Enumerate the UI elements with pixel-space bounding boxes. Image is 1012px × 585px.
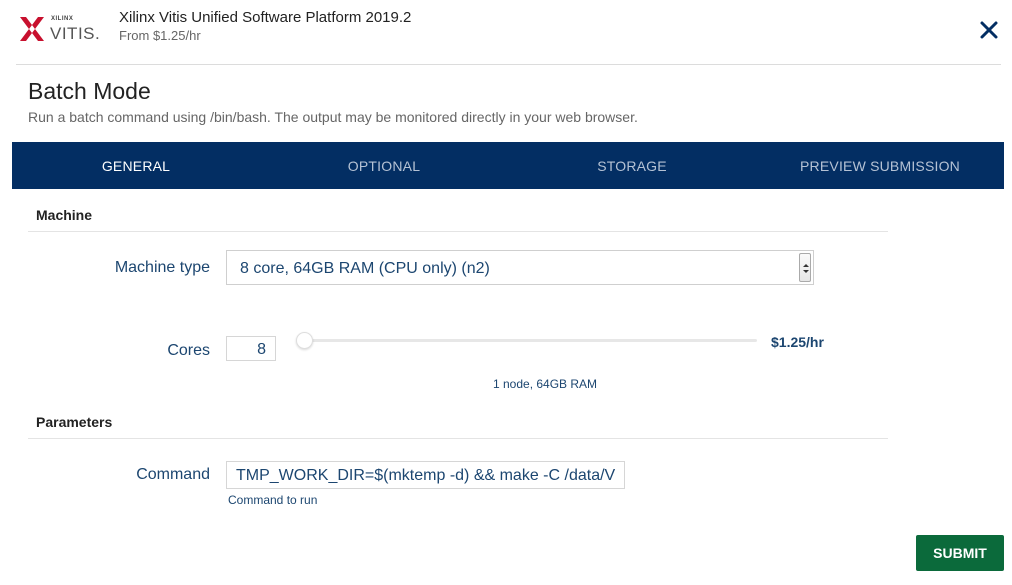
- tab-storage[interactable]: STORAGE: [508, 142, 756, 189]
- node-info: 1 node, 64GB RAM: [493, 377, 598, 391]
- select-arrows-icon[interactable]: [799, 253, 811, 282]
- command-help-text: Command to run: [228, 493, 318, 507]
- header-divider: [16, 64, 1001, 65]
- cores-value: 8: [257, 341, 266, 358]
- command-label: Command: [136, 466, 210, 483]
- page-title: Batch Mode: [28, 78, 151, 104]
- machine-section-divider: [28, 231, 888, 232]
- submit-button[interactable]: SUBMIT: [916, 535, 1004, 571]
- parameters-section-title: Parameters: [36, 414, 113, 430]
- tab-optional[interactable]: OPTIONAL: [260, 142, 508, 189]
- tab-bar: GENERAL OPTIONAL STORAGE PREVIEW SUBMISS…: [12, 142, 1004, 189]
- app-header: XILINX VITIS. Xilinx Vitis Unified Softw…: [0, 0, 1012, 64]
- tab-preview-submission[interactable]: PREVIEW SUBMISSION: [756, 142, 1004, 189]
- cores-input[interactable]: 8: [226, 336, 276, 361]
- machine-type-select[interactable]: 8 core, 64GB RAM (CPU only) (n2): [226, 250, 814, 285]
- command-input[interactable]: TMP_WORK_DIR=$(mktemp -d) && make -C /da…: [226, 461, 625, 489]
- close-icon[interactable]: [978, 19, 1000, 41]
- machine-type-label: Machine type: [114, 259, 210, 276]
- command-value: TMP_WORK_DIR=$(mktemp -d) && make -C /da…: [236, 467, 616, 484]
- cores-slider-track[interactable]: [298, 339, 757, 342]
- logo-brand-big: VITIS.: [50, 24, 101, 43]
- page-description: Run a batch command using /bin/bash. The…: [28, 109, 638, 125]
- app-title: Xilinx Vitis Unified Software Platform 2…: [119, 9, 412, 26]
- logo-brand-small: XILINX: [51, 16, 74, 22]
- machine-type-value: 8 core, 64GB RAM (CPU only) (n2): [240, 260, 490, 277]
- cores-label: Cores: [167, 342, 210, 359]
- tab-general[interactable]: GENERAL: [12, 142, 260, 189]
- xilinx-x-icon: [20, 17, 44, 41]
- parameters-section-divider: [28, 438, 888, 439]
- machine-section-title: Machine: [36, 207, 93, 223]
- app-price: From $1.25/hr: [119, 28, 201, 43]
- cores-slider-handle[interactable]: [296, 332, 313, 349]
- xilinx-vitis-logo: XILINX VITIS.: [20, 14, 101, 48]
- price-per-hour: $1.25/hr: [771, 334, 824, 350]
